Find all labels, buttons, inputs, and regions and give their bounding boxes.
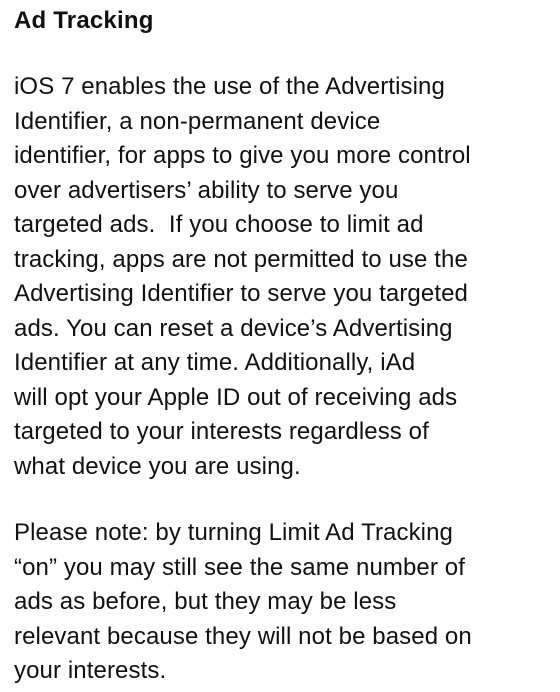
text-line: iOS 7 enables the use of the Advertising: [14, 73, 445, 100]
text-line: ads. You can reset a device’s Advertisin…: [14, 314, 453, 342]
paragraph-ad-identifier: iOS 7 enables the use of the Advertising…: [14, 70, 546, 484]
text-line: identifier, for apps to give you more co…: [14, 142, 471, 169]
text-line: Please note: by turning Limit Ad Trackin…: [14, 519, 454, 546]
text-line: targeted to your interests regardless of: [14, 418, 429, 445]
text-line: Advertising Identifier to serve you targ…: [14, 280, 468, 307]
text-line: over advertisers’ ability to serve you: [14, 176, 399, 204]
text-line: what device you are using.: [14, 452, 301, 480]
text-line: “on” you may still see the same number o…: [14, 553, 465, 581]
text-line: tracking, apps are not permitted to use …: [14, 245, 468, 273]
paragraph-please-note: Please note: by turning Limit Ad Trackin…: [14, 516, 546, 689]
text-line: Identifier at any time. Additionally, iA…: [14, 349, 416, 376]
text-line: ads as before, but they may be less: [14, 588, 397, 615]
text-line: targeted ads. If you choose to limit ad: [14, 211, 424, 238]
text-line: will opt your Apple ID out of receiving …: [14, 383, 458, 411]
text-line: relevant because they will not be based …: [14, 622, 472, 650]
text-line: Identifier, a non-permanent device: [14, 107, 381, 135]
page-title: Ad Tracking: [14, 7, 154, 34]
text-line: your interests.: [14, 657, 167, 684]
